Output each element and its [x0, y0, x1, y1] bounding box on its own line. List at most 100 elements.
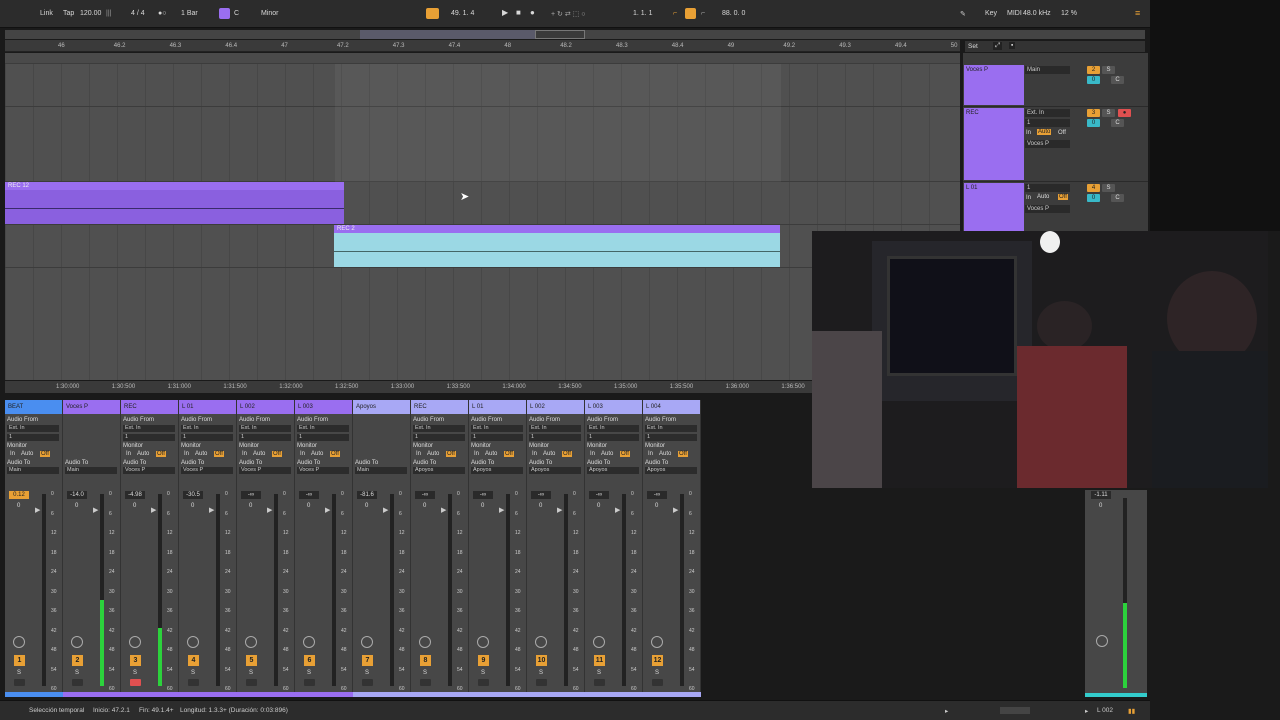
lock-icon[interactable]: ▪ — [1009, 42, 1016, 49]
solo-button[interactable]: S — [365, 670, 369, 676]
pan-knob[interactable] — [71, 636, 83, 648]
strip-name[interactable]: L 01 — [179, 400, 236, 414]
loop-switch-icon[interactable] — [685, 8, 696, 19]
output-select[interactable]: Main — [1025, 66, 1070, 74]
solo-button[interactable]: S — [249, 670, 253, 676]
fader-handle-icon[interactable]: ▶ — [673, 506, 678, 514]
audio-from-select[interactable]: Ext. In — [7, 425, 59, 432]
solo-button[interactable]: S — [1102, 66, 1115, 74]
fader-handle-icon[interactable]: ▶ — [557, 506, 562, 514]
strip-name[interactable]: L 003 — [585, 400, 642, 414]
menu-icon[interactable]: ≡ — [1135, 8, 1140, 18]
volume-field[interactable]: -∞ — [589, 491, 609, 499]
tempo-field[interactable]: 120.00 — [80, 10, 101, 17]
volume-field[interactable]: -81.6 — [357, 491, 377, 499]
pan-field[interactable]: 0 — [539, 503, 542, 509]
monitor-off[interactable]: Off — [504, 451, 514, 457]
input-type-select[interactable]: Ext. In — [1025, 109, 1070, 117]
audio-to-select[interactable]: Voces P — [123, 467, 175, 474]
quantize-select[interactable]: 1 Bar — [181, 10, 198, 17]
mixer-strip[interactable]: Voces P Audio To Main -14.0 0 ▶ 0 6 12 18 24 30 36 42… — [63, 400, 121, 697]
volume-field[interactable]: -∞ — [415, 491, 435, 499]
track-activator-button[interactable]: 2 — [72, 655, 83, 666]
strip-name[interactable]: BEAT — [5, 400, 62, 414]
pan-field[interactable]: 0 — [249, 503, 252, 509]
mixer-strip[interactable]: L 002 Audio From Ext. In 1 Monitor In Auto Off A… — [527, 400, 585, 697]
mixer-strip[interactable]: L 003 Audio From Ext. In 1 Monitor In Auto Off A… — [585, 400, 643, 697]
monitor-auto[interactable]: Auto — [1037, 194, 1049, 200]
strip-name[interactable]: L 003 — [295, 400, 352, 414]
solo-button[interactable]: S — [423, 670, 427, 676]
monitor-auto[interactable]: Auto — [253, 451, 265, 457]
input-channel-select[interactable]: 1 — [7, 434, 59, 441]
arm-button[interactable] — [246, 679, 257, 686]
track-activator-button[interactable]: 6 — [304, 655, 315, 666]
pan-field[interactable]: 0 — [307, 503, 310, 509]
monitor-auto[interactable]: Auto — [137, 451, 149, 457]
fader-handle-icon[interactable]: ▶ — [93, 506, 98, 514]
track-activator-button[interactable]: 5 — [246, 655, 257, 666]
mixer-strip[interactable]: REC Audio From Ext. In 1 Monitor In Auto Off Aud… — [121, 400, 179, 697]
input-channel-select[interactable]: 1 — [529, 434, 581, 441]
track-activator-button[interactable]: 7 — [362, 655, 373, 666]
monitor-auto[interactable]: Auto — [195, 451, 207, 457]
track-activator-button[interactable]: 3 — [130, 655, 141, 666]
monitor-off[interactable]: Off — [620, 451, 630, 457]
monitor-off[interactable]: Off — [40, 451, 50, 457]
volume-field[interactable]: -∞ — [473, 491, 493, 499]
input-channel-select[interactable]: 1 — [123, 434, 175, 441]
track-activator-button[interactable]: 12 — [652, 655, 663, 666]
track-activator-button[interactable]: 11 — [594, 655, 605, 666]
pan-field[interactable]: 0 — [423, 503, 426, 509]
pan-knob[interactable] — [477, 636, 489, 648]
monitor-off[interactable]: Off — [214, 451, 224, 457]
mixer-strip[interactable]: Apoyos Audio To Main -81.6 0 ▶ 0 6 12 18 24 30 36 42 4… — [353, 400, 411, 697]
input-channel-select[interactable]: 1 — [1025, 119, 1070, 127]
fader-handle-icon[interactable]: ▶ — [267, 506, 272, 514]
strip-name[interactable]: L 002 — [527, 400, 584, 414]
input-channel-select[interactable]: 1 — [239, 434, 291, 441]
stop-icon[interactable]: ■ — [516, 8, 521, 17]
fader-handle-icon[interactable]: ▶ — [151, 506, 156, 514]
solo-button[interactable]: S — [307, 670, 311, 676]
monitor-off[interactable]: Off — [678, 451, 688, 457]
monitor-in[interactable]: In — [648, 451, 653, 457]
monitor-in[interactable]: In — [300, 451, 305, 457]
arm-button[interactable] — [594, 679, 605, 686]
fader-handle-icon[interactable]: ▶ — [499, 506, 504, 514]
loop-length-field[interactable]: 88. 0. 0 — [722, 10, 745, 17]
audio-to-select[interactable]: Apoyos — [471, 467, 523, 474]
record-icon[interactable]: ● — [530, 8, 535, 17]
solo-button[interactable]: S — [133, 670, 137, 676]
audio-from-select[interactable]: Ext. In — [297, 425, 349, 432]
track-header-rec[interactable]: REC Ext. In 1 In Auto Off Voces P 3 S ● … — [963, 107, 1148, 182]
strip-name[interactable]: L 004 — [643, 400, 700, 414]
solo-button[interactable]: S — [597, 670, 601, 676]
volume-field[interactable]: 0 — [1087, 76, 1100, 84]
solo-button[interactable]: S — [17, 670, 21, 676]
follow-icon[interactable] — [426, 8, 439, 19]
track-activator-button[interactable]: 10 — [536, 655, 547, 666]
volume-field[interactable]: -14.0 — [67, 491, 87, 499]
arm-button[interactable] — [478, 679, 489, 686]
monitor-off[interactable]: Off — [272, 451, 282, 457]
solo-button[interactable]: S — [481, 670, 485, 676]
monitor-auto[interactable]: Auto — [659, 451, 671, 457]
volume-field[interactable]: -30.5 — [183, 491, 203, 499]
audio-from-select[interactable]: Ext. In — [529, 425, 581, 432]
audio-from-select[interactable]: Ext. In — [123, 425, 175, 432]
track-name[interactable]: L 01 — [964, 183, 1024, 231]
audio-to-select[interactable]: Main — [65, 467, 117, 474]
pan-field[interactable]: 0 — [481, 503, 484, 509]
solo-button[interactable]: S — [191, 670, 195, 676]
volume-field[interactable]: 0.12 — [9, 491, 29, 499]
monitor-in[interactable]: In — [474, 451, 479, 457]
arm-button[interactable] — [188, 679, 199, 686]
strip-name[interactable]: Voces P — [63, 400, 120, 414]
monitor-in[interactable]: In — [126, 451, 131, 457]
arm-button[interactable] — [304, 679, 315, 686]
mixer-strip[interactable]: REC Audio From Ext. In 1 Monitor In Auto Off Aud… — [411, 400, 469, 697]
pan-field[interactable]: 0 — [365, 503, 368, 509]
output-select[interactable]: Voces P — [1025, 140, 1070, 148]
pan-field[interactable]: 0 — [655, 503, 658, 509]
